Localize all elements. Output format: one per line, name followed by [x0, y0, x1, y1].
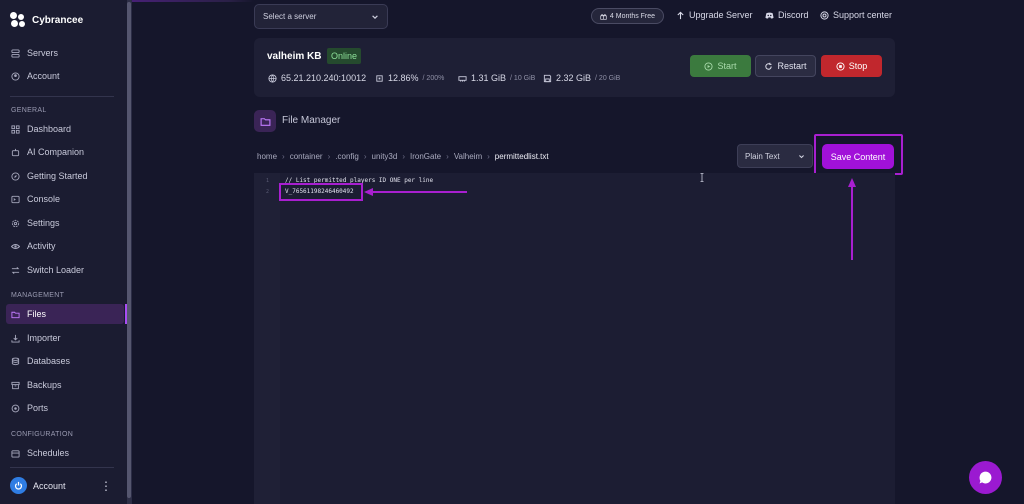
chat-icon — [979, 471, 992, 484]
annotation-arrows — [364, 178, 856, 260]
chat-button[interactable] — [969, 461, 1002, 494]
arrow-to-player-id — [364, 188, 467, 196]
arrow-to-save-button — [848, 178, 856, 260]
